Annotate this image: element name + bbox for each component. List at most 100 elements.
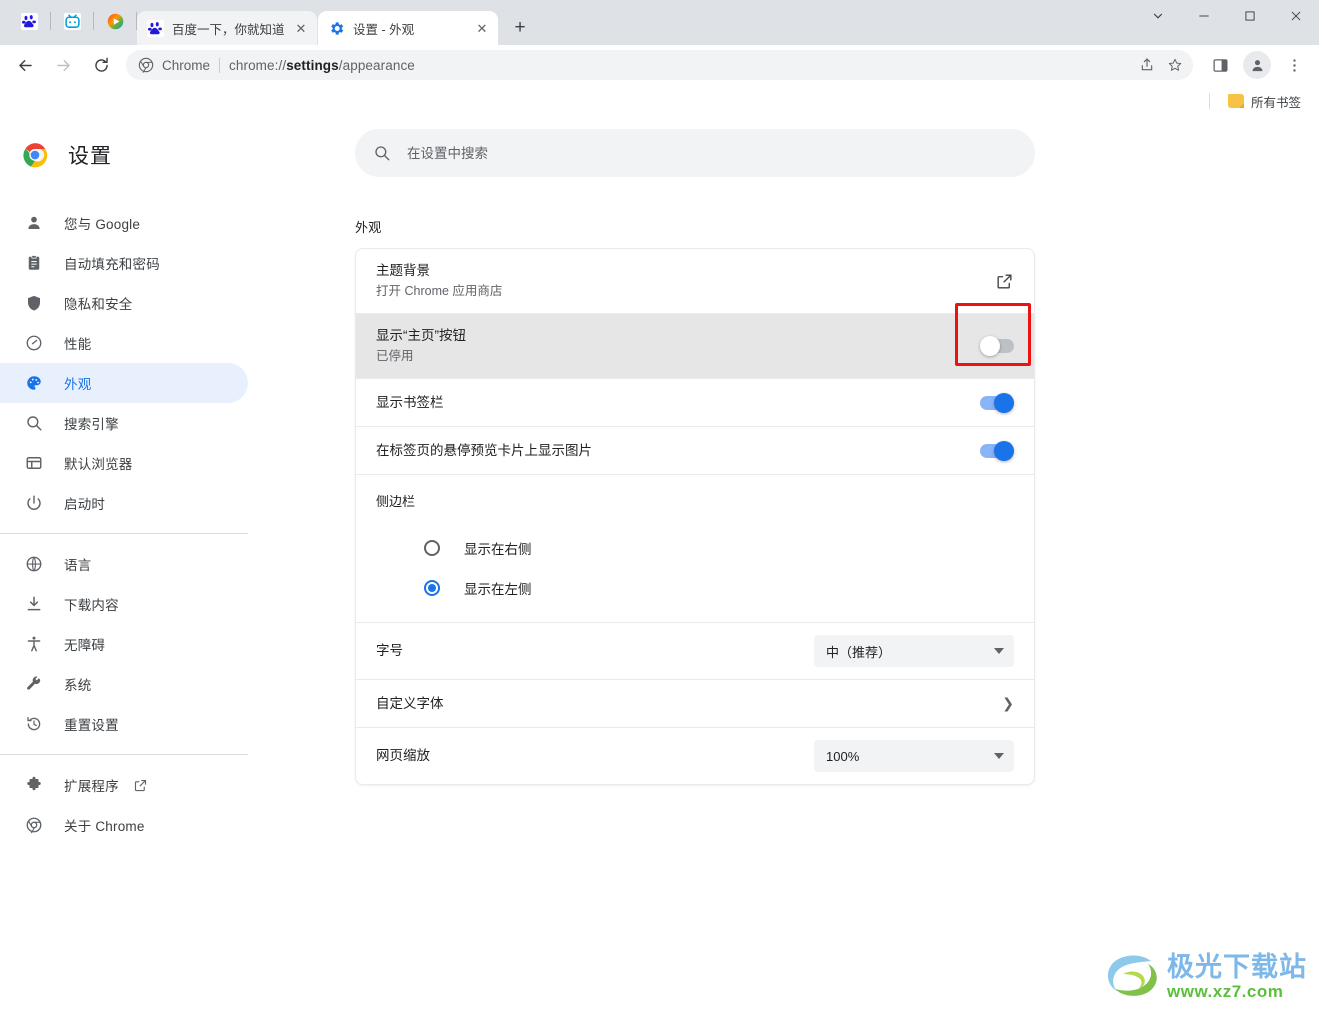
share-icon[interactable] (1133, 51, 1161, 79)
sidebar-item-default-browser[interactable]: 默认浏览器 (0, 443, 248, 483)
download-icon (24, 594, 44, 614)
omnibox-scheme-label: Chrome (162, 57, 211, 73)
tab-baidu[interactable]: 百度一下，你就知道 ✕ (137, 11, 317, 45)
radio-side-panel-left[interactable]: 显示在左侧 (376, 568, 1014, 608)
all-bookmarks-label: 所有书签 (1250, 95, 1301, 110)
baidu-paw-icon (147, 19, 164, 37)
sidebar-item-label: 关于 Chrome (64, 819, 145, 834)
omnibox-url-path: /appearance (338, 57, 415, 73)
sidebar-item-downloads[interactable]: 下载内容 (0, 584, 248, 624)
back-button[interactable] (9, 49, 41, 81)
settings-page: 设置 您与 Google 自动填充和密码 隐私和安全 性能 外观 搜索引擎 默认… (0, 117, 1319, 1013)
select-page-zoom[interactable]: 100% (814, 740, 1014, 772)
search-box[interactable] (355, 129, 1035, 177)
radio-label: 显示在左侧 (464, 582, 532, 597)
folder-icon (1227, 94, 1244, 108)
toggle-show-bookmarks-bar[interactable] (980, 392, 1014, 413)
watermark-text: 极光下载站 www.xz7.com (1167, 952, 1307, 1002)
omnibox-divider (219, 57, 221, 73)
sidebar-item-accessibility[interactable]: 无障碍 (0, 624, 248, 664)
toggle-show-home-button[interactable] (980, 336, 1014, 356)
tabstrip-left-edge (0, 0, 8, 45)
sidebar-item-appearance[interactable]: 外观 (0, 363, 248, 403)
sidebar-item-on-startup[interactable]: 启动时 (0, 483, 248, 523)
bookmarks-bar: 所有书签 (0, 85, 1319, 117)
three-dot-menu-icon[interactable] (1278, 49, 1310, 81)
sidebar-item-reset-settings[interactable]: 重置设置 (0, 704, 248, 744)
close-button[interactable] (1273, 0, 1319, 32)
radio-side-panel-right[interactable]: 显示在右侧 (376, 528, 1014, 568)
pinned-tab-baidu[interactable] (8, 4, 50, 38)
sidebar-item-privacy[interactable]: 隐私和安全 (0, 283, 248, 323)
sidebar-item-label: 扩展程序 (64, 779, 119, 794)
row-theme[interactable]: 主题背景 打开 Chrome 应用商店 (356, 249, 1034, 314)
omnibox-url-prefix: chrome:// (229, 57, 287, 73)
radio-button[interactable] (424, 540, 440, 556)
palette-icon (24, 373, 44, 393)
new-tab-button[interactable]: + (506, 13, 534, 41)
all-bookmarks-button[interactable]: 所有书签 (1222, 88, 1307, 115)
toggle-tab-hover-images[interactable] (980, 440, 1014, 461)
tab-settings[interactable]: 设置 - 外观 ✕ (318, 11, 498, 45)
row-show-home-button[interactable]: 显示“主页”按钮 已停用 (356, 314, 1034, 379)
avatar[interactable] (1243, 51, 1271, 79)
minimize-button[interactable] (1181, 0, 1227, 32)
radio-label: 显示在右侧 (464, 542, 532, 557)
search-input[interactable] (407, 145, 1017, 161)
reload-button[interactable] (85, 49, 117, 81)
side-panel-icon[interactable] (1204, 49, 1236, 81)
appearance-settings-card: 主题背景 打开 Chrome 应用商店 显示“主页”按钮 已停用 显示书签栏 在… (355, 248, 1035, 785)
select-font-size[interactable]: 中（推荐） (814, 635, 1014, 667)
sidebar-item-label: 重置设置 (64, 718, 119, 733)
sidebar-item-label: 自动填充和密码 (64, 257, 160, 272)
group-title: 侧边栏 (376, 494, 416, 509)
watermark: 极光下载站 www.xz7.com (1101, 951, 1307, 1003)
sidebar-item-performance[interactable]: 性能 (0, 323, 248, 363)
sidebar-item-you-and-google[interactable]: 您与 Google (0, 203, 248, 243)
select-value: 中（推荐） (826, 644, 892, 660)
tab-search-button[interactable] (1135, 0, 1181, 32)
tab-title: 设置 - 外观 (353, 22, 415, 37)
maximize-button[interactable] (1227, 0, 1273, 32)
sidebar-item-extensions[interactable]: 扩展程序 (0, 765, 248, 805)
row-font-size[interactable]: 字号 中（推荐） (356, 623, 1034, 680)
omnibox-actions (1133, 50, 1189, 80)
sidebar-item-search-engine[interactable]: 搜索引擎 (0, 403, 248, 443)
sidebar-item-about-chrome[interactable]: 关于 Chrome (0, 805, 248, 845)
tab-close-button[interactable]: ✕ (474, 20, 490, 36)
watermark-url: www.xz7.com (1167, 982, 1284, 1001)
sidebar-item-languages[interactable]: 语言 (0, 544, 248, 584)
sidebar-item-autofill[interactable]: 自动填充和密码 (0, 243, 248, 283)
settings-main: 外观 主题背景 打开 Chrome 应用商店 显示“主页”按钮 (278, 117, 1319, 1013)
tab-strip: 百度一下，你就知道 ✕ 设置 - 外观 ✕ + (0, 0, 1319, 45)
toggle-knob (994, 392, 1014, 413)
play-circle-icon (107, 13, 123, 29)
row-title: 显示“主页”按钮 (376, 328, 466, 343)
sidebar-divider (0, 533, 248, 534)
row-page-zoom[interactable]: 网页缩放 100% (356, 728, 1034, 784)
browser-window-icon (24, 453, 44, 473)
accessibility-icon (24, 634, 44, 654)
row-show-bookmarks-bar[interactable]: 显示书签栏 (356, 379, 1034, 427)
shield-icon (24, 293, 44, 313)
row-tab-hover-images[interactable]: 在标签页的悬停预览卡片上显示图片 (356, 427, 1034, 475)
open-in-new-icon[interactable] (995, 272, 1014, 291)
forward-button[interactable] (47, 49, 79, 81)
tab-close-button[interactable]: ✕ (293, 20, 309, 36)
pinned-tab-video[interactable] (94, 4, 136, 38)
star-icon[interactable] (1161, 51, 1189, 79)
sidebar-item-label: 搜索引擎 (64, 417, 119, 432)
bookmarks-separator (1208, 93, 1210, 109)
row-title: 自定义字体 (376, 695, 444, 711)
address-bar[interactable]: Chrome chrome://settings/appearance (126, 50, 1193, 80)
chevron-right-icon[interactable]: ❯ (1002, 695, 1014, 712)
radio-button[interactable] (424, 580, 440, 596)
row-title: 在标签页的悬停预览卡片上显示图片 (376, 442, 592, 458)
row-customize-fonts[interactable]: 自定义字体 ❯ (356, 680, 1034, 728)
chevron-down-icon (994, 648, 1004, 654)
settings-search-wrap (278, 117, 1319, 177)
watermark-title: 极光下载站 (1167, 952, 1307, 982)
sidebar-item-system[interactable]: 系统 (0, 664, 248, 704)
open-in-new-icon (133, 778, 148, 793)
pinned-tab-bilibili[interactable] (51, 4, 93, 38)
